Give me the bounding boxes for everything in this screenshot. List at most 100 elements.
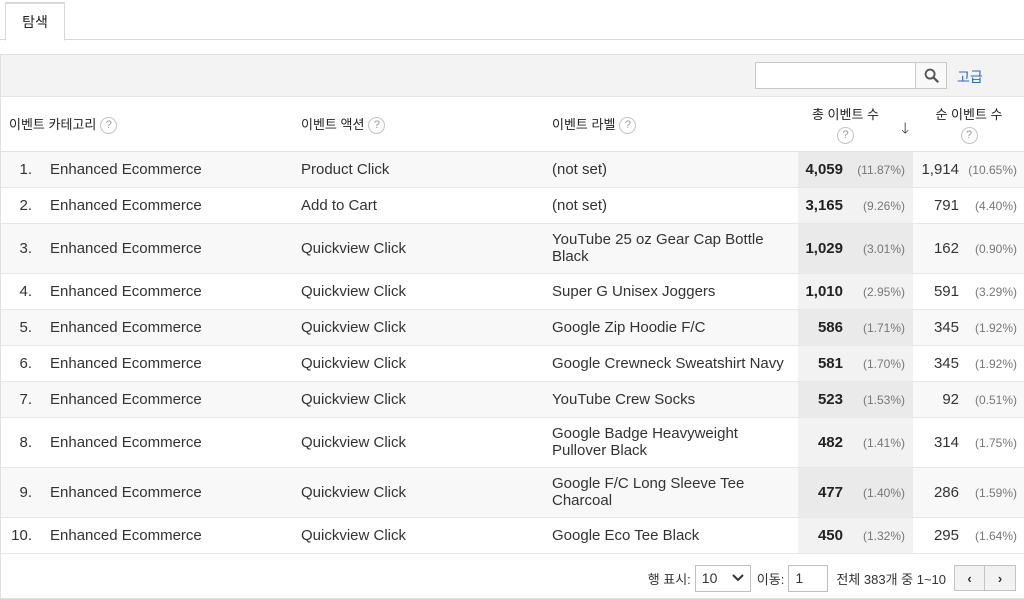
total-percent: (1.53%)	[862, 392, 905, 407]
search-button[interactable]	[915, 62, 947, 89]
total-percent: (1.40%)	[862, 485, 905, 500]
unique-events-cell: 1,914 (10.65%)	[913, 151, 1024, 188]
event-action-cell[interactable]: Quickview Click	[291, 467, 542, 518]
total-value: 482	[817, 433, 843, 451]
event-action-cell[interactable]: Quickview Click	[291, 273, 542, 310]
row-index: 2.	[1, 187, 40, 224]
event-label-cell[interactable]: Super G Unisex Joggers	[542, 273, 798, 310]
total-events-cell: 482 (1.41%)	[798, 417, 913, 468]
total-events-cell: 1,029 (3.01%)	[798, 223, 913, 274]
unique-percent: (4.40%)	[974, 198, 1017, 213]
help-icon[interactable]: ?	[837, 126, 854, 144]
header-event-category[interactable]: 이벤트 카테고리?	[1, 97, 291, 152]
search-icon	[924, 68, 939, 83]
event-label-cell[interactable]: YouTube Crew Socks	[542, 381, 798, 418]
total-percent: (3.01%)	[862, 241, 905, 256]
advanced-filter-link[interactable]: 고급	[957, 67, 983, 87]
total-percent: (1.32%)	[862, 528, 905, 543]
unique-events-cell: 591 (3.29%)	[913, 273, 1024, 310]
total-events-cell: 586 (1.71%)	[798, 309, 913, 346]
unique-percent: (3.29%)	[974, 284, 1017, 299]
header-event-label[interactable]: 이벤트 라벨?	[542, 97, 798, 152]
goto-label: 이동:	[756, 571, 785, 587]
help-icon[interactable]: ?	[619, 116, 637, 134]
header-unique-events[interactable]: 순 이벤트 수 ?	[913, 97, 1024, 152]
event-category-cell[interactable]: Enhanced Ecommerce	[40, 309, 291, 346]
event-action-cell[interactable]: Quickview Click	[291, 381, 542, 418]
goto-page-input[interactable]: 1	[788, 564, 829, 592]
tab-explore[interactable]: 탐색	[5, 2, 65, 41]
chevron-down-icon	[732, 574, 744, 582]
event-category-cell[interactable]: Enhanced Ecommerce	[40, 345, 291, 382]
unique-percent: (1.92%)	[974, 356, 1017, 371]
total-percent: (11.87%)	[857, 162, 905, 177]
unique-events-cell: 162 (0.90%)	[913, 223, 1024, 274]
event-category-cell[interactable]: Enhanced Ecommerce	[40, 273, 291, 310]
unique-events-cell: 345 (1.92%)	[913, 345, 1024, 382]
event-category-cell[interactable]: Enhanced Ecommerce	[40, 517, 291, 554]
row-index: 9.	[1, 467, 40, 518]
total-value: 523	[817, 390, 843, 408]
unique-value: 791	[933, 196, 959, 214]
event-action-cell[interactable]: Product Click	[291, 151, 542, 188]
unique-value: 286	[933, 483, 959, 501]
event-category-cell[interactable]: Enhanced Ecommerce	[40, 187, 291, 224]
event-category-cell[interactable]: Enhanced Ecommerce	[40, 151, 291, 188]
previous-page-button[interactable]: ‹	[954, 565, 985, 591]
unique-value: 1,914	[921, 160, 959, 178]
event-category-cell[interactable]: Enhanced Ecommerce	[40, 417, 291, 468]
total-events-cell: 581 (1.70%)	[798, 345, 913, 382]
unique-events-cell: 791 (4.40%)	[913, 187, 1024, 224]
header-label: 이벤트 라벨	[552, 116, 616, 132]
event-action-cell[interactable]: Add to Cart	[291, 187, 542, 224]
help-icon[interactable]: ?	[368, 116, 386, 134]
event-action-cell[interactable]: Quickview Click	[291, 345, 542, 382]
rows-per-page-select[interactable]: 10	[694, 564, 751, 592]
unique-percent: (0.51%)	[974, 392, 1017, 407]
table-toolbar: 고급	[1, 55, 1024, 97]
event-label-cell[interactable]: Google Crewneck Sweatshirt Navy	[542, 345, 798, 382]
event-action-cell[interactable]: Quickview Click	[291, 517, 542, 554]
total-events-cell: 1,010 (2.95%)	[798, 273, 913, 310]
row-index: 5.	[1, 309, 40, 346]
search-input[interactable]	[755, 62, 915, 89]
header-label: 순 이벤트 수	[935, 106, 1003, 122]
total-percent: (1.70%)	[862, 356, 905, 371]
table-header-row: 이벤트 카테고리? 이벤트 액션? 이벤트 라벨? 총 이벤트 수 ? 🡓 순 …	[1, 97, 1024, 152]
total-percent: (1.71%)	[862, 320, 905, 335]
rows-per-page-label: 행 표시:	[647, 571, 691, 587]
event-label-cell[interactable]: (not set)	[542, 151, 798, 188]
event-label-cell[interactable]: YouTube 25 oz Gear Cap Bottle Black	[542, 223, 798, 274]
help-icon[interactable]: ?	[960, 126, 978, 144]
next-page-button[interactable]: ›	[985, 565, 1016, 591]
unique-events-cell: 286 (1.59%)	[913, 467, 1024, 518]
event-label-cell[interactable]: Google Zip Hoodie F/C	[542, 309, 798, 346]
event-action-cell[interactable]: Quickview Click	[291, 309, 542, 346]
table-row: 5. Enhanced Ecommerce Quickview Click Go…	[1, 309, 1024, 346]
row-index: 3.	[1, 223, 40, 274]
row-index: 1.	[1, 151, 40, 188]
event-category-cell[interactable]: Enhanced Ecommerce	[40, 467, 291, 518]
row-index: 4.	[1, 273, 40, 310]
event-category-cell[interactable]: Enhanced Ecommerce	[40, 381, 291, 418]
event-action-cell[interactable]: Quickview Click	[291, 417, 542, 468]
total-value: 3,165	[805, 196, 843, 214]
event-label-cell[interactable]: Google Eco Tee Black	[542, 517, 798, 554]
help-icon[interactable]: ?	[100, 116, 118, 134]
event-label-cell[interactable]: Google Badge Heavyweight Pullover Black	[542, 417, 798, 468]
row-index: 10.	[1, 517, 40, 554]
unique-value: 295	[933, 526, 959, 544]
unique-percent: (10.65%)	[968, 162, 1017, 177]
total-events-cell: 477 (1.40%)	[798, 467, 913, 518]
goto-page-value: 1	[795, 570, 804, 586]
table-row: 7. Enhanced Ecommerce Quickview Click Yo…	[1, 381, 1024, 418]
event-action-cell[interactable]: Quickview Click	[291, 223, 542, 274]
arrow-down-icon[interactable]: 🡓	[901, 118, 909, 143]
event-label-cell[interactable]: Google F/C Long Sleeve Tee Charcoal	[542, 467, 798, 518]
unique-percent: (1.75%)	[974, 435, 1017, 450]
total-percent: (2.95%)	[862, 284, 905, 299]
event-label-cell[interactable]: (not set)	[542, 187, 798, 224]
header-event-action[interactable]: 이벤트 액션?	[291, 97, 542, 152]
header-total-events[interactable]: 총 이벤트 수 ? 🡓	[798, 97, 913, 152]
event-category-cell[interactable]: Enhanced Ecommerce	[40, 223, 291, 274]
